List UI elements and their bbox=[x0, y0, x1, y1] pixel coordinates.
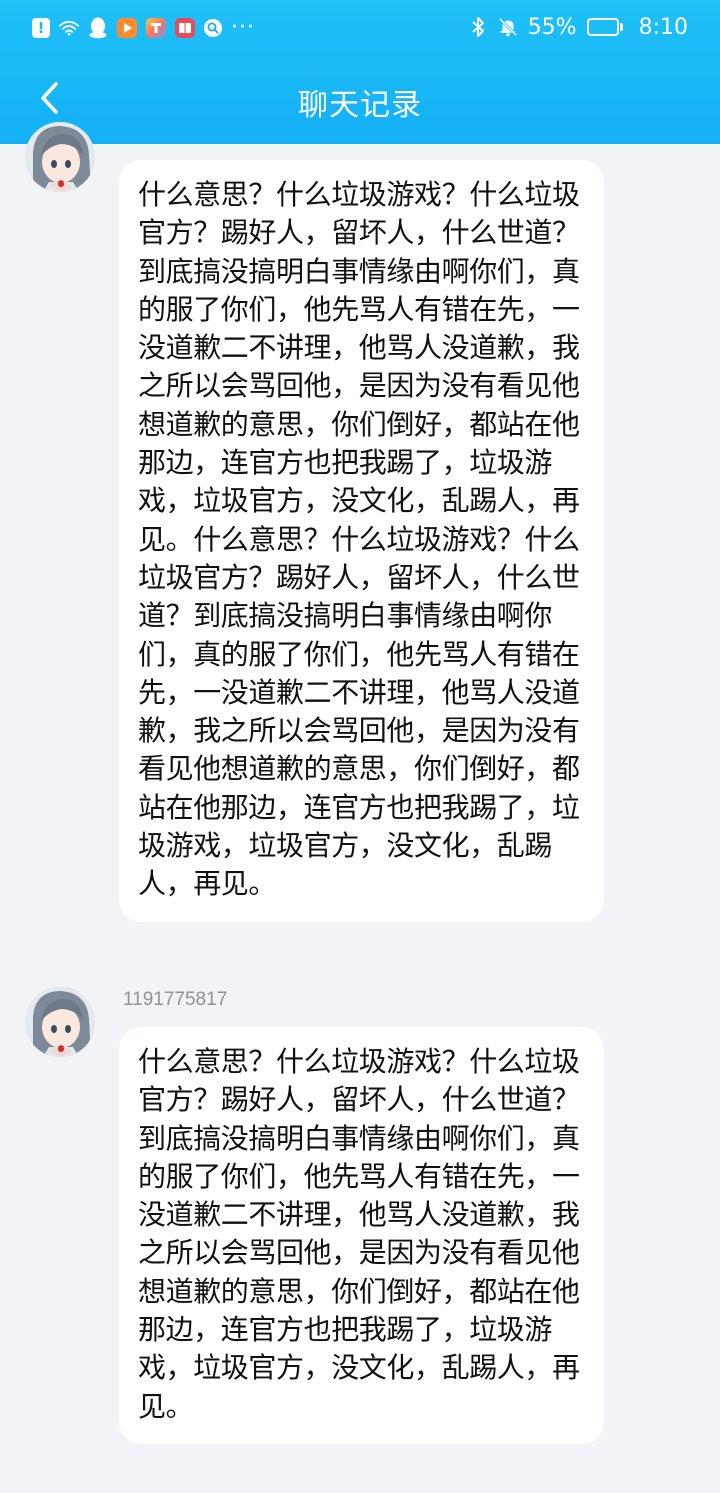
multicolor-app-icon bbox=[146, 18, 166, 38]
status-bar: ! ··· 55% 8:10 bbox=[0, 0, 720, 56]
sender-name: 1191775817 bbox=[123, 989, 228, 1010]
wifi-icon bbox=[59, 18, 79, 38]
qq-icon bbox=[88, 17, 108, 39]
message-text: 什么意思？什么垃圾游戏？什么垃圾官方？踢好人，留坏人，什么世道？到底搞没搞明白事… bbox=[138, 178, 580, 901]
mute-bell-icon bbox=[498, 17, 518, 37]
message-text: 什么意思？什么垃圾游戏？什么垃圾官方？踢好人，留坏人，什么世道？到底搞没搞明白事… bbox=[138, 1045, 580, 1423]
status-right-icons: 55% 8:10 bbox=[468, 12, 688, 42]
header-bar: ! ··· 55% 8:10 聊天记录 bbox=[0, 0, 720, 144]
book-app-icon bbox=[175, 18, 195, 38]
avatar[interactable] bbox=[25, 122, 95, 192]
status-left-icons: ! ··· bbox=[32, 14, 255, 42]
page-title: 聊天记录 bbox=[298, 88, 422, 123]
battery-icon bbox=[586, 18, 623, 36]
bluetooth-icon bbox=[468, 17, 488, 37]
search-app-icon bbox=[204, 19, 222, 37]
message-bubble[interactable]: 什么意思？什么垃圾游戏？什么垃圾官方？踢好人，留坏人，什么世道？到底搞没搞明白事… bbox=[119, 1027, 604, 1444]
nav-bar: 聊天记录 bbox=[0, 56, 720, 144]
alert-icon: ! bbox=[32, 18, 50, 38]
message-bubble[interactable]: 什么意思？什么垃圾游戏？什么垃圾官方？踢好人，留坏人，什么世道？到底搞没搞明白事… bbox=[119, 160, 604, 922]
video-app-icon bbox=[117, 18, 137, 38]
status-time: 8:10 bbox=[638, 14, 688, 40]
battery-percent: 55% bbox=[527, 14, 577, 40]
avatar[interactable] bbox=[25, 987, 95, 1057]
more-dots-icon: ··· bbox=[231, 15, 255, 40]
